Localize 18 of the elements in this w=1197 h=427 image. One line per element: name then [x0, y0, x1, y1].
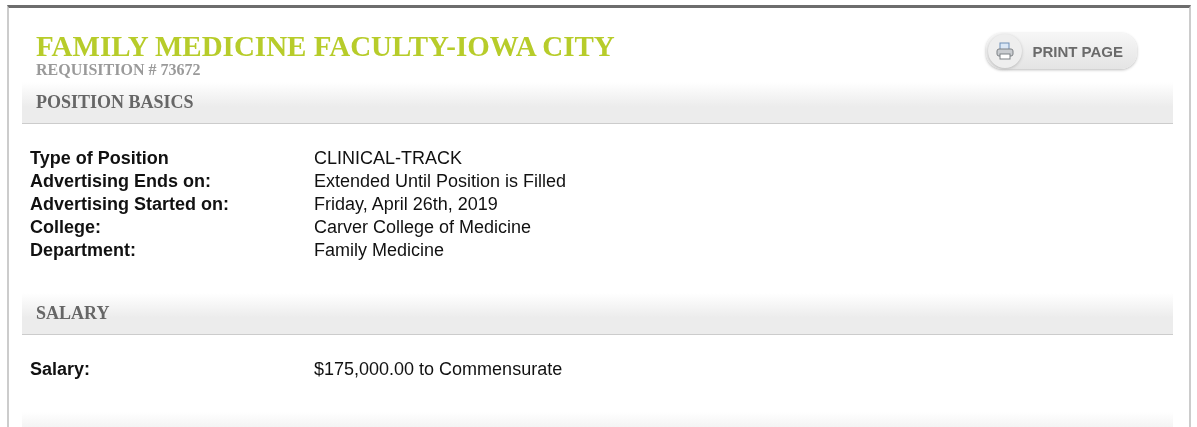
- section-heading: POSITION BASICS: [36, 92, 194, 113]
- field-value: Extended Until Position is Filled: [314, 170, 567, 193]
- field-label: Salary:: [30, 358, 92, 381]
- job-title: FAMILY MEDICINE FACULTY-IOWA CITY: [36, 30, 615, 62]
- field-value: $175,000.00 to Commensurate: [314, 358, 563, 381]
- field-label: Type of Position: [30, 147, 170, 170]
- field-label: Advertising Started on:: [30, 193, 231, 216]
- requisition-number: REQUISITION # 73672: [36, 60, 202, 80]
- print-page-button[interactable]: PRINT PAGE: [986, 33, 1137, 69]
- field-label: Department:: [30, 239, 137, 262]
- printer-icon: [995, 41, 1016, 61]
- field-value: CLINICAL-TRACK: [314, 147, 463, 170]
- field-value: Friday, April 26th, 2019: [314, 193, 498, 216]
- field-label: College:: [30, 216, 102, 239]
- field-value: Family Medicine: [314, 239, 445, 262]
- field-label: Advertising Ends on:: [30, 170, 212, 193]
- field-value: Carver College of Medicine: [314, 216, 532, 239]
- section-heading: SALARY: [36, 303, 110, 324]
